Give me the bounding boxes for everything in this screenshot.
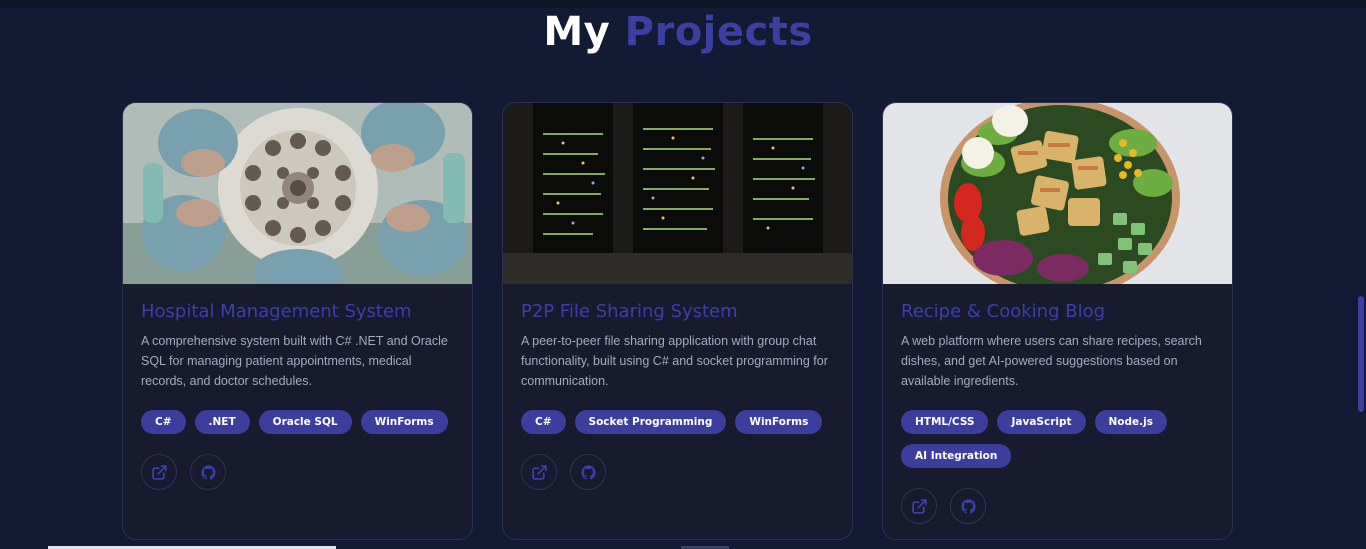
tag: JavaScript bbox=[997, 410, 1086, 434]
tag-list: C# .NET Oracle SQL WinForms bbox=[141, 410, 459, 434]
project-description: A web platform where users can share rec… bbox=[901, 334, 1202, 388]
project-card-hospital: Hospital Management System A comprehensi… bbox=[122, 102, 473, 540]
tag-list: HTML/CSS JavaScript Node.js AI Integrati… bbox=[901, 410, 1219, 468]
github-icon bbox=[960, 498, 976, 513]
tag: AI Integration bbox=[901, 444, 1012, 468]
title-word-accent: Projects bbox=[624, 9, 813, 55]
github-button[interactable] bbox=[950, 488, 986, 524]
live-demo-button[interactable] bbox=[521, 454, 557, 490]
project-actions bbox=[141, 454, 226, 490]
project-card-recipe: Recipe & Cooking Blog A web platform whe… bbox=[882, 102, 1233, 540]
project-title: Hospital Management System bbox=[141, 301, 412, 322]
project-image-p2p bbox=[503, 103, 852, 284]
project-image-recipe bbox=[883, 103, 1232, 284]
project-description: A peer-to-peer file sharing application … bbox=[521, 334, 828, 388]
external-link-icon bbox=[151, 464, 167, 480]
tag: Node.js bbox=[1094, 410, 1167, 434]
tag: Oracle SQL bbox=[258, 410, 352, 434]
live-demo-button[interactable] bbox=[141, 454, 177, 490]
github-icon bbox=[200, 464, 216, 479]
tag: Socket Programming bbox=[574, 410, 727, 434]
tag: .NET bbox=[194, 410, 250, 434]
external-link-icon bbox=[531, 464, 547, 480]
top-bar bbox=[0, 0, 1366, 8]
tag: WinForms bbox=[360, 410, 448, 434]
tag: WinForms bbox=[735, 410, 823, 434]
tag-list: C# Socket Programming WinForms bbox=[521, 410, 839, 434]
project-title: P2P File Sharing System bbox=[521, 301, 738, 322]
github-button[interactable] bbox=[190, 454, 226, 490]
project-actions bbox=[901, 488, 986, 524]
project-description: A comprehensive system built with C# .NE… bbox=[141, 334, 448, 388]
tag: C# bbox=[141, 410, 186, 434]
project-card-p2p: P2P File Sharing System A peer-to-peer f… bbox=[502, 102, 853, 540]
project-actions bbox=[521, 454, 606, 490]
github-icon bbox=[580, 464, 596, 479]
title-word-white: My bbox=[543, 9, 611, 55]
github-button[interactable] bbox=[570, 454, 606, 490]
project-title: Recipe & Cooking Blog bbox=[901, 301, 1106, 322]
project-image-hospital bbox=[123, 103, 472, 284]
external-link-icon bbox=[911, 498, 927, 514]
live-demo-button[interactable] bbox=[901, 488, 937, 524]
section-title: My Projects bbox=[0, 8, 1356, 56]
scrollbar-thumb[interactable] bbox=[1358, 296, 1364, 412]
tag: HTML/CSS bbox=[901, 410, 989, 434]
tag: C# bbox=[521, 410, 566, 434]
